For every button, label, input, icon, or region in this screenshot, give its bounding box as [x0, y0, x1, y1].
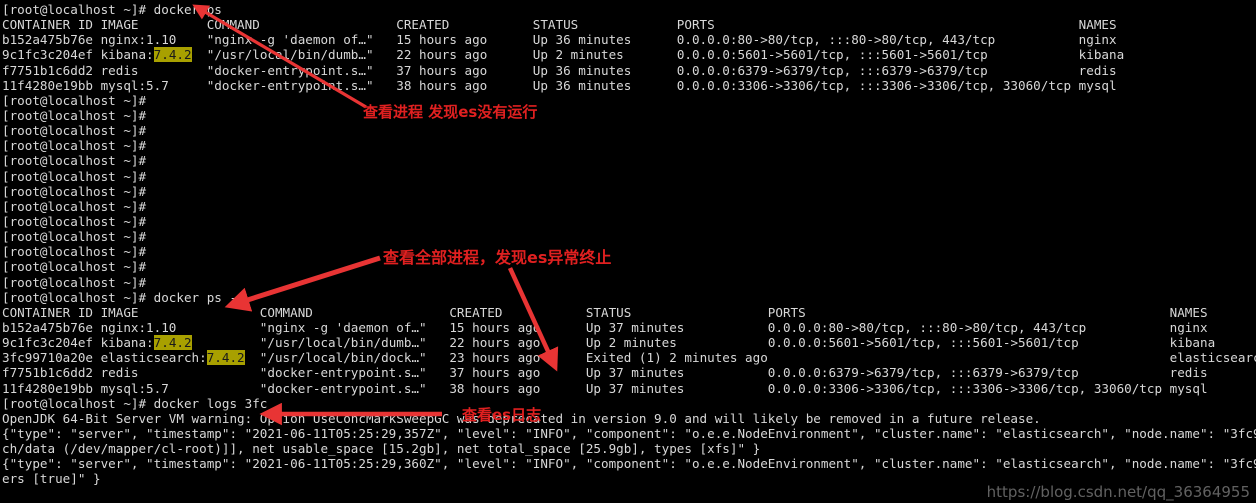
empty-prompt-line: [root@localhost ~]#	[2, 229, 147, 245]
empty-prompt-line: [root@localhost ~]#	[2, 168, 147, 184]
command-line-docker-ps: [root@localhost ~]# docker ps	[2, 2, 222, 17]
table-row: 9c1fc3c204ef kibana:7.4.2 "/usr/local/bi…	[2, 47, 1125, 63]
table-row: 3fc99710a20e elasticsearch:7.4.2 "/usr/l…	[2, 350, 1256, 366]
version-highlight: 7.4.2	[153, 47, 192, 63]
table-row: 11f4280e19bb mysql:5.7 "docker-entrypoin…	[2, 77, 1117, 93]
empty-prompt-line: [root@localhost ~]#	[2, 244, 147, 260]
annotation-check-es-logs: 查看es日志	[462, 406, 542, 424]
log-line: {"type": "server", "timestamp": "2021-06…	[2, 456, 1256, 472]
table-row: b152a475b76e nginx:1.10 "nginx -g 'daemo…	[2, 32, 1117, 48]
command-line-docker-logs: [root@localhost ~]# docker logs 3fc	[2, 395, 268, 411]
empty-prompt-line: [root@localhost ~]#	[2, 107, 147, 123]
empty-prompt-line: [root@localhost ~]#	[2, 153, 147, 169]
empty-prompt-line: [root@localhost ~]#	[2, 274, 147, 290]
table-row: 11f4280e19bb mysql:5.7 "docker-entrypoin…	[2, 380, 1208, 396]
watermark: https://blog.csdn.net/qq_36364955	[986, 483, 1250, 501]
table-header: CONTAINER ID IMAGE COMMAND CREATED STATU…	[2, 304, 1208, 320]
empty-prompt-line: [root@localhost ~]#	[2, 123, 147, 139]
terminal-output: [root@localhost ~]# docker ps CONTAINER I…	[0, 0, 1256, 503]
log-line: OpenJDK 64-Bit Server VM warning: Option…	[2, 410, 1041, 426]
version-highlight: 7.4.2	[206, 350, 245, 366]
table-row: f7751b1c6dd2 redis "docker-entrypoint.s……	[2, 62, 1117, 78]
annotation-check-all-process: 查看全部进程，发现es异常终止	[383, 248, 612, 267]
annotation-check-process: 查看进程 发现es没有运行	[363, 103, 538, 121]
log-line: ch/data (/dev/mapper/cl-root)]], net usa…	[2, 441, 761, 457]
empty-prompt-line: [root@localhost ~]#	[2, 92, 147, 108]
command-line-docker-ps-a: [root@localhost ~]# docker ps -a	[2, 289, 245, 305]
version-highlight: 7.4.2	[153, 335, 192, 351]
table-row: 9c1fc3c204ef kibana:7.4.2 "/usr/local/bi…	[2, 335, 1216, 351]
empty-prompt-line: [root@localhost ~]#	[2, 198, 147, 214]
empty-prompt-line: [root@localhost ~]#	[2, 138, 147, 154]
table-row: f7751b1c6dd2 redis "docker-entrypoint.s……	[2, 365, 1208, 381]
log-line: {"type": "server", "timestamp": "2021-06…	[2, 425, 1256, 441]
empty-prompt-line: [root@localhost ~]#	[2, 259, 147, 275]
empty-prompt-line: [root@localhost ~]#	[2, 183, 147, 199]
table-row: b152a475b76e nginx:1.10 "nginx -g 'daemo…	[2, 319, 1208, 335]
table-header: CONTAINER ID IMAGE COMMAND CREATED STATU…	[2, 17, 1117, 33]
empty-prompt-line: [root@localhost ~]#	[2, 213, 147, 229]
